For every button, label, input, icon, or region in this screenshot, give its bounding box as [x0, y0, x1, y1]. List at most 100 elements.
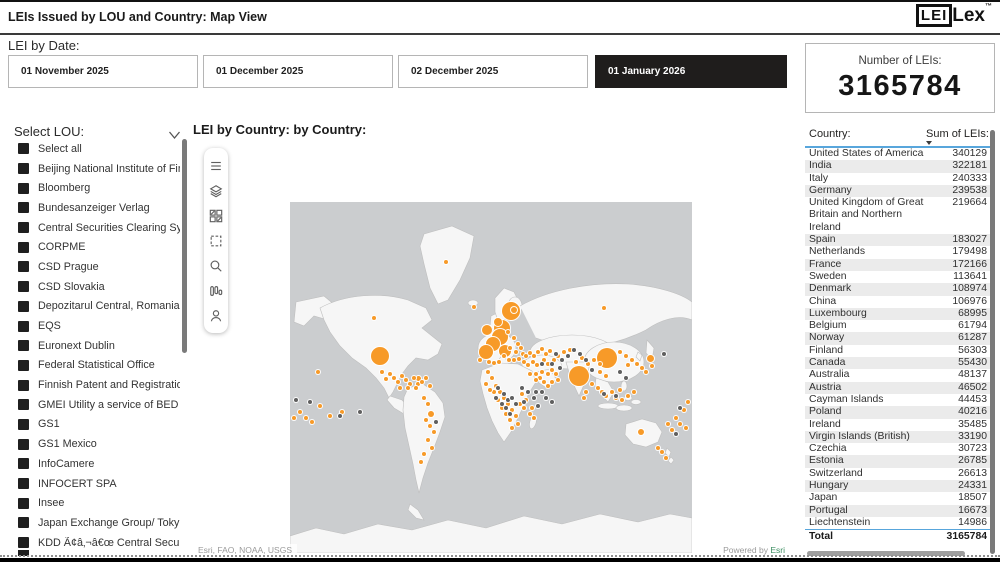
- map-bubble[interactable]: [488, 388, 492, 392]
- map-bubble[interactable]: [404, 378, 408, 382]
- map-bubble[interactable]: [528, 412, 532, 416]
- checkbox-checked-icon[interactable]: [18, 143, 29, 155]
- map-bubble[interactable]: [510, 426, 514, 430]
- map-bubble[interactable]: [318, 404, 322, 408]
- bar-chart-icon[interactable]: [206, 278, 226, 303]
- map-bubble[interactable]: [530, 406, 534, 410]
- table-row-hungary[interactable]: Hungary 24331: [805, 480, 991, 493]
- map-bubble[interactable]: [514, 350, 518, 354]
- map-bubble[interactable]: [550, 368, 554, 372]
- table-row-denmark[interactable]: Denmark 108974: [805, 283, 991, 296]
- map-bubble[interactable]: [316, 370, 320, 374]
- map-bubble[interactable]: [550, 380, 554, 384]
- map-bubble[interactable]: [546, 372, 550, 376]
- map-bubble[interactable]: [602, 392, 606, 396]
- map-bubble[interactable]: [678, 406, 682, 410]
- map-bubble[interactable]: [482, 325, 492, 335]
- map-bubble[interactable]: [536, 350, 540, 354]
- map-bubble[interactable]: [592, 358, 596, 362]
- map-bubble[interactable]: [618, 370, 622, 374]
- map-bubble[interactable]: [650, 364, 654, 368]
- map-bubble[interactable]: [479, 345, 493, 359]
- map-bubble[interactable]: [428, 411, 434, 417]
- map-bubble[interactable]: [494, 396, 498, 400]
- map-bubble[interactable]: [398, 386, 402, 390]
- map-bubble[interactable]: [646, 354, 654, 362]
- map-bubble[interactable]: [632, 390, 636, 394]
- checkbox-checked-icon[interactable]: [18, 300, 29, 312]
- map-bubble[interactable]: [558, 366, 562, 370]
- map-bubble[interactable]: [298, 410, 302, 414]
- checkbox-checked-icon[interactable]: [18, 458, 29, 470]
- lou-item-depozitarul-central-romania[interactable]: Depozitarul Central, Romania: [14, 297, 180, 317]
- checkbox-checked-icon[interactable]: [18, 163, 29, 175]
- map-bubble[interactable]: [596, 386, 600, 390]
- table-row-norway[interactable]: Norway 61287: [805, 332, 991, 345]
- column-header-sum-of-leis[interactable]: Sum of LEIs:: [926, 128, 989, 145]
- checkbox-checked-icon[interactable]: [18, 281, 29, 293]
- checkbox-checked-icon[interactable]: [18, 418, 29, 430]
- map-bubble[interactable]: [472, 305, 476, 309]
- map-bubble[interactable]: [292, 416, 296, 420]
- table-row-italy[interactable]: Italy 240333: [805, 173, 991, 185]
- map-bubble[interactable]: [674, 416, 678, 420]
- lou-item-insee[interactable]: Insee: [14, 493, 180, 513]
- map-bubble[interactable]: [310, 420, 314, 424]
- lou-item-euronext-dublin[interactable]: Euronext Dublin: [14, 336, 180, 356]
- table-row-luxembourg[interactable]: Luxembourg 68995: [805, 307, 991, 321]
- map-bubble[interactable]: [624, 376, 628, 380]
- map-bubble[interactable]: [602, 306, 606, 310]
- map-bubble[interactable]: [434, 420, 438, 424]
- map-bubble[interactable]: [519, 346, 523, 350]
- map-bubble[interactable]: [294, 398, 298, 402]
- map-bubble[interactable]: [502, 354, 506, 358]
- map-bubble[interactable]: [644, 370, 648, 374]
- map-bubble[interactable]: [422, 396, 426, 400]
- map-bubble[interactable]: [664, 456, 668, 460]
- map-bubble[interactable]: [304, 416, 308, 420]
- map-bubble[interactable]: [444, 260, 448, 264]
- map-bubble[interactable]: [560, 358, 564, 362]
- map-bubble[interactable]: [517, 357, 521, 361]
- map-bubble[interactable]: [371, 347, 389, 365]
- map-bubble[interactable]: [486, 370, 490, 374]
- map-bubble[interactable]: [534, 390, 538, 394]
- checkbox-checked-icon[interactable]: [18, 261, 29, 273]
- map-bubble[interactable]: [400, 374, 404, 378]
- map-bubble[interactable]: [566, 354, 570, 358]
- checkbox-checked-icon[interactable]: [18, 517, 29, 529]
- lou-item-eqs[interactable]: EQS: [14, 316, 180, 336]
- map-bubble[interactable]: [490, 376, 494, 380]
- map-bubble[interactable]: [500, 402, 504, 406]
- map-bubble[interactable]: [522, 406, 526, 410]
- map-bubble[interactable]: [542, 380, 546, 384]
- map-bubble[interactable]: [308, 400, 312, 404]
- map-bubble[interactable]: [590, 382, 594, 386]
- map-bubble[interactable]: [682, 408, 686, 412]
- map-bubble[interactable]: [536, 404, 540, 408]
- checkbox-checked-icon[interactable]: [18, 379, 29, 391]
- map-bubble[interactable]: [422, 452, 426, 456]
- map-bubble[interactable]: [526, 363, 530, 367]
- checkbox-checked-icon[interactable]: [18, 497, 29, 509]
- checkbox-checked-icon[interactable]: [18, 241, 29, 253]
- table-row-estonia[interactable]: Estonia 26785: [805, 455, 991, 468]
- map-bubble[interactable]: [492, 390, 496, 394]
- map-bubble[interactable]: [550, 400, 554, 404]
- map-bubble[interactable]: [586, 362, 590, 366]
- map-bubble[interactable]: [686, 400, 690, 404]
- map-bubble[interactable]: [604, 374, 608, 378]
- map-bubble[interactable]: [610, 390, 614, 394]
- map-bubble[interactable]: [620, 398, 624, 402]
- lou-item-infocert-spa[interactable]: INFOCERT SPA: [14, 474, 180, 494]
- map-bubble[interactable]: [666, 422, 670, 426]
- map-bubble[interactable]: [528, 372, 532, 376]
- table-vertical-scrollbar[interactable]: [990, 130, 995, 554]
- date-option-01-december-2025[interactable]: 01 December 2025: [203, 55, 393, 88]
- table-row-china[interactable]: China 106976: [805, 296, 991, 308]
- checkbox-checked-icon[interactable]: [18, 182, 29, 194]
- table-row-czechia[interactable]: Czechia 30723: [805, 443, 991, 455]
- map-bubble[interactable]: [598, 362, 602, 366]
- lou-item-bloomberg[interactable]: Bloomberg: [14, 178, 180, 198]
- map-bubble[interactable]: [574, 360, 578, 364]
